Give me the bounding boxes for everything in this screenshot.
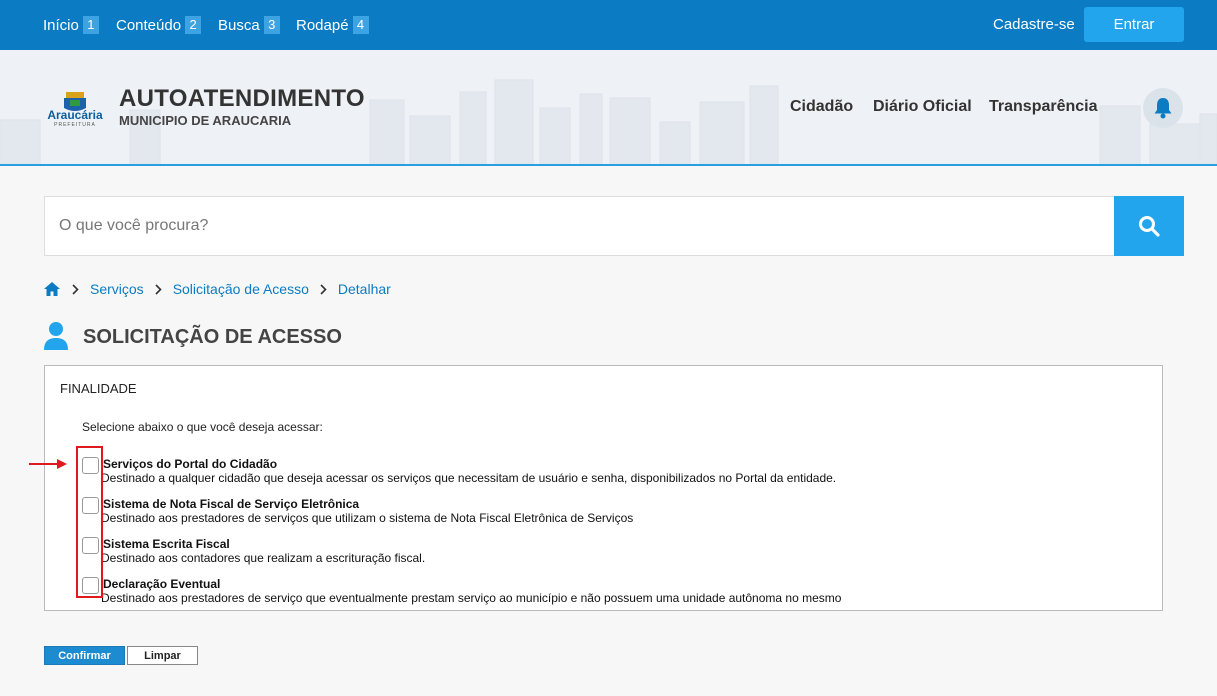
notifications-button[interactable] <box>1143 88 1183 128</box>
skip-link-label: Conteúdo <box>116 16 182 34</box>
search-icon <box>1139 216 1160 237</box>
breadcrumb-home[interactable] <box>43 281 61 297</box>
skip-link-label: Rodapé <box>296 16 349 34</box>
home-icon <box>44 282 60 296</box>
chevron-right-icon <box>320 283 327 295</box>
fieldset-legend: FINALIDADE <box>60 381 137 396</box>
breadcrumb-solicitacao[interactable]: Solicitação de Acesso <box>173 281 309 297</box>
user-icon <box>44 322 68 350</box>
site-header: Araucária PREFEITURA AUTOATENDIMENTO MUN… <box>0 50 1217 166</box>
option-title: Sistema de Nota Fiscal de Serviço Eletrô… <box>103 497 360 511</box>
skip-link-conteudo[interactable]: Conteúdo 2 <box>116 15 202 35</box>
chevron-right-icon <box>155 283 162 295</box>
logo-subtext: PREFEITURA <box>54 122 96 128</box>
search-input[interactable] <box>45 197 1114 255</box>
clear-button[interactable]: Limpar <box>127 646 198 665</box>
option-description: Destinado aos contadores que realizam a … <box>101 551 426 565</box>
breadcrumb: Serviços Solicitação de Acesso Detalhar <box>43 279 391 299</box>
skip-link-rodape[interactable]: Rodapé 4 <box>296 15 369 35</box>
breadcrumb-detalhar[interactable]: Detalhar <box>338 281 391 297</box>
option-description: Destinado aos prestadores de serviço que… <box>101 591 842 605</box>
finalidade-panel: FINALIDADE Selecione abaixo o que você d… <box>44 365 1163 611</box>
skip-link-key: 4 <box>352 16 369 34</box>
app-subtitle: MUNICIPIO DE ARAUCARIA <box>119 113 292 128</box>
skip-link-inicio[interactable]: Início 1 <box>43 15 99 35</box>
skip-link-label: Início <box>43 16 79 34</box>
option-description: Destinado aos prestadores de serviços qu… <box>101 511 634 525</box>
search-button[interactable] <box>1114 196 1184 256</box>
option-description: Destinado a qualquer cidadão que deseja … <box>101 471 837 485</box>
skip-link-key: 3 <box>263 16 280 34</box>
skip-link-key: 1 <box>82 16 99 34</box>
option-title: Sistema Escrita Fiscal <box>103 537 230 551</box>
skip-link-label: Busca <box>218 16 260 34</box>
app-title: AUTOATENDIMENTO <box>119 85 365 112</box>
search-box <box>44 196 1114 256</box>
breadcrumb-servicos[interactable]: Serviços <box>90 281 144 297</box>
instruction-text: Selecione abaixo o que você deseja acess… <box>82 420 323 434</box>
page-title: SOLICITAÇÃO DE ACESSO <box>83 326 342 348</box>
skip-link-key: 2 <box>185 16 202 34</box>
confirm-button[interactable]: Confirmar <box>44 646 125 665</box>
nav-cidadao[interactable]: Cidadão <box>790 97 853 117</box>
nav-transparencia[interactable]: Transparência <box>989 97 1098 117</box>
highlight-box <box>76 446 103 598</box>
arrow-right-icon <box>29 459 67 469</box>
login-button[interactable]: Entrar <box>1084 7 1184 42</box>
top-bar: Início 1 Conteúdo 2 Busca 3 Rodapé 4 Cad… <box>0 0 1217 50</box>
nav-diario-oficial[interactable]: Diário Oficial <box>873 97 972 117</box>
option-title: Serviços do Portal do Cidadão <box>103 457 278 471</box>
chevron-right-icon <box>72 283 79 295</box>
logo-text: Araucária <box>47 108 103 122</box>
register-link[interactable]: Cadastre-se <box>993 15 1075 35</box>
option-title: Declaração Eventual <box>103 577 221 591</box>
bell-icon <box>1154 98 1172 119</box>
skip-link-busca[interactable]: Busca 3 <box>218 15 280 35</box>
